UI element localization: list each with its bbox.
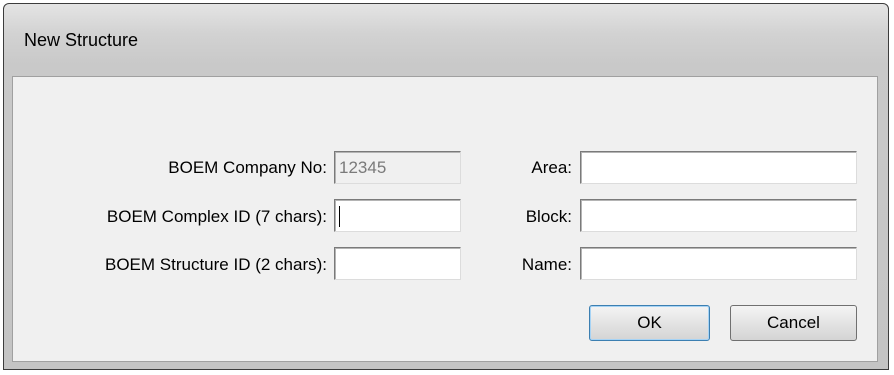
company-no-label: BOEM Company No: (168, 158, 327, 177)
structure-id-label: BOEM Structure ID (2 chars): (105, 255, 327, 274)
company-no-field: 12345 (334, 151, 461, 184)
structure-id-field[interactable] (334, 247, 461, 280)
area-field[interactable] (580, 151, 857, 184)
company-no-value: 12345 (339, 158, 387, 177)
ok-button[interactable]: OK (589, 305, 710, 341)
title-bar[interactable]: New Structure (4, 4, 888, 76)
complex-id-field[interactable] (334, 199, 461, 232)
block-field[interactable] (580, 199, 857, 232)
name-label: Name: (521, 255, 572, 274)
new-structure-dialog: New Structure BOEM Company No: 12345 BOE… (3, 3, 889, 370)
complex-id-label: BOEM Complex ID (7 chars): (106, 207, 327, 226)
area-label: Area: (531, 158, 572, 177)
dialog-body: BOEM Company No: 12345 BOEM Complex ID (… (12, 76, 878, 362)
name-field[interactable] (580, 247, 857, 280)
cancel-button[interactable]: Cancel (730, 305, 857, 341)
dialog-title: New Structure (24, 30, 139, 50)
text-caret (339, 206, 340, 227)
block-label: Block: (525, 207, 572, 226)
